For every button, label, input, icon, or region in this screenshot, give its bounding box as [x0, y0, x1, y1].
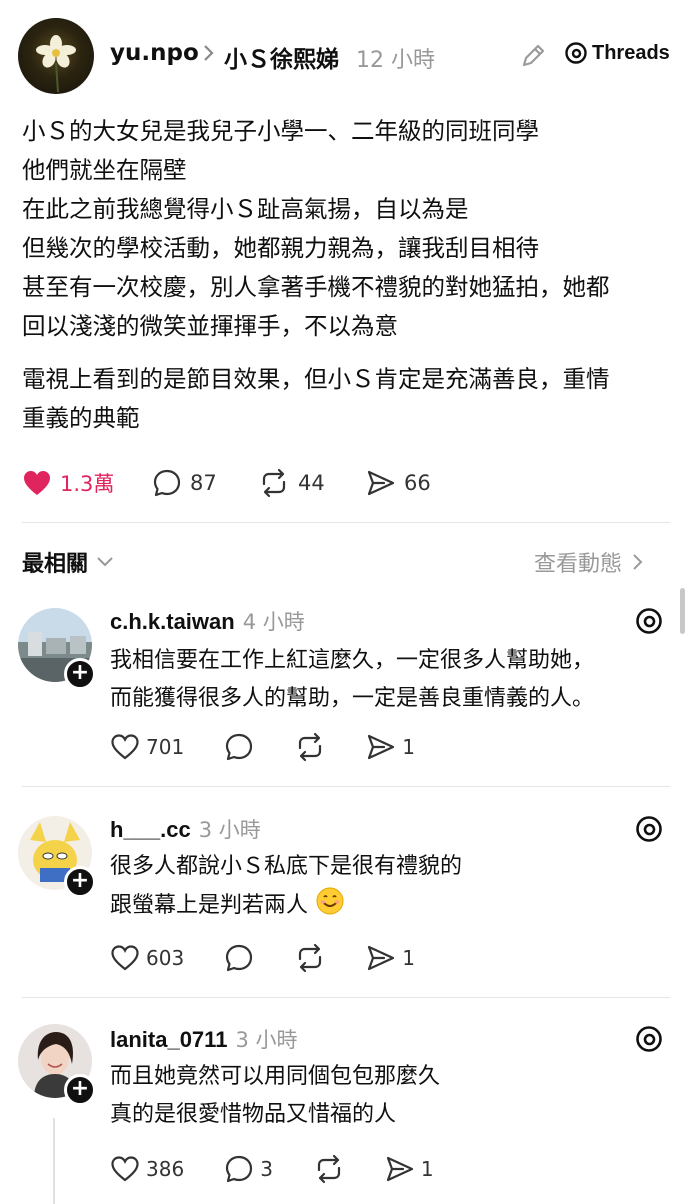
chevron-down-icon	[97, 557, 113, 567]
share-button[interactable]: 66	[366, 468, 431, 498]
threads-logo-icon[interactable]	[634, 1024, 664, 1054]
divider	[22, 786, 670, 787]
repost-button[interactable]: 44	[258, 468, 325, 498]
comment-button[interactable]: 87	[152, 468, 217, 498]
share-count: 66	[404, 471, 431, 495]
like-button[interactable]: 701	[110, 733, 184, 761]
repost-icon	[299, 732, 322, 762]
follow-plus-button[interactable]: +	[64, 658, 96, 690]
share-button[interactable]: 1	[385, 1154, 434, 1184]
share-count: 1	[402, 735, 415, 759]
chevron-right-icon	[202, 42, 216, 69]
reply-text: 而且她竟然可以用同個包包那麼久 真的是很愛惜物品又惜福的人	[110, 1058, 440, 1134]
post-line: 小Ｓ的大女兒是我兒子小學一、二年級的同班同學	[22, 117, 539, 145]
smiling-face-emoji-icon	[315, 886, 345, 929]
repost-icon	[299, 943, 322, 973]
author-username[interactable]: yu.npo	[110, 40, 199, 66]
comment-icon	[226, 944, 253, 972]
follow-plus-button[interactable]: +	[64, 866, 96, 898]
repost-icon	[317, 1154, 341, 1184]
reply-line: 而且她竟然可以用同個包包那麼久	[110, 1064, 441, 1089]
post-line: 在此之前我總覺得小Ｓ趾高氣揚，自以為是	[22, 195, 469, 223]
comment-count: 3	[260, 1157, 273, 1181]
post-paragraph-2: 電視上看到的是節目效果，但小Ｓ肯定是充滿善良，重情 重義的典範	[22, 360, 672, 438]
reply-text: 很多人都說小Ｓ私底下是很有禮貌的 跟螢幕上是判若兩人	[110, 848, 462, 929]
reply-time: 3 小時	[198, 818, 261, 842]
reply-line: 我相信要在工作上紅這麼久，一定很多人幫助她，	[110, 648, 595, 673]
share-count: 1	[420, 1157, 434, 1181]
pen-icon[interactable]	[518, 41, 548, 71]
like-count: 386	[146, 1157, 185, 1181]
reply-username[interactable]: c.h.k.taiwan	[110, 609, 235, 635]
heart-icon	[111, 734, 139, 760]
repost-count: 44	[298, 471, 325, 495]
share-button[interactable]: 1	[366, 943, 415, 973]
post-line: 甚至有一次校慶，別人拿著手機不禮貌的對她猛拍，她都	[22, 273, 610, 301]
comment-count: 87	[190, 471, 217, 495]
threads-logo-icon[interactable]	[634, 814, 664, 844]
post-line: 他們就坐在隔壁	[22, 156, 187, 184]
comment-icon	[226, 1155, 253, 1183]
repost-button[interactable]	[294, 943, 326, 973]
post-line: 回以淺淺的微笑並揮揮手，不以為意	[22, 312, 398, 340]
repost-button[interactable]	[313, 1154, 345, 1184]
post-body: 小Ｓ的大女兒是我兒子小學一、二年級的同班同學 他們就坐在隔壁 在此之前我總覺得小…	[22, 112, 672, 438]
reply-line: 真的是很愛惜物品又惜福的人	[110, 1102, 397, 1127]
reply-line: 跟螢幕上是判若兩人	[110, 893, 309, 918]
share-count: 1	[402, 946, 415, 970]
reply-text: 我相信要在工作上紅這麼久，一定很多人幫助她， 而能獲得很多人的幫助，一定是善良重…	[110, 642, 594, 718]
send-icon	[386, 1156, 414, 1182]
post-line: 但幾次的學校活動，她都親力親為，讓我刮目相待	[22, 234, 539, 262]
view-activity-link[interactable]: 查看動態	[534, 546, 644, 578]
like-button[interactable]: 603	[110, 944, 184, 972]
like-button[interactable]: 1.3萬	[22, 468, 114, 498]
heart-icon	[111, 1156, 139, 1182]
threads-label: Threads	[592, 41, 670, 64]
repost-button[interactable]	[294, 732, 326, 762]
comment-button[interactable]: 3	[224, 1154, 273, 1184]
reply-line: 很多人都說小Ｓ私底下是很有禮貌的	[110, 854, 463, 879]
thread-connector-line	[53, 1118, 55, 1204]
send-icon	[367, 470, 395, 496]
share-button[interactable]: 1	[366, 732, 415, 762]
comment-button[interactable]	[224, 732, 254, 762]
reply-line-with-emoji: 跟螢幕上是判若兩人	[110, 886, 462, 929]
threads-logo-icon[interactable]	[634, 606, 664, 636]
post-line: 重義的典範	[22, 404, 140, 432]
heart-filled-icon	[24, 471, 50, 495]
sort-dropdown[interactable]: 最相關	[22, 546, 114, 578]
divider	[22, 522, 670, 523]
divider	[22, 997, 670, 998]
post-time: 12 小時	[356, 48, 435, 73]
reply-username[interactable]: h___.cc	[110, 817, 191, 843]
reply-username[interactable]: lanita_0711	[110, 1027, 227, 1053]
threads-brand[interactable]: Threads	[564, 41, 670, 65]
author-avatar[interactable]	[18, 18, 94, 94]
like-count: 701	[146, 735, 185, 759]
reply-line: 而能獲得很多人的幫助，一定是善良重情義的人。	[110, 686, 595, 711]
like-button[interactable]: 386	[110, 1155, 184, 1183]
repost-icon	[262, 468, 286, 498]
send-icon	[368, 734, 395, 760]
heart-icon	[111, 945, 139, 971]
threads-logo-icon	[565, 42, 587, 64]
follow-plus-button[interactable]: +	[64, 1074, 96, 1106]
view-activity-label: 查看動態	[534, 552, 623, 577]
comment-icon	[226, 733, 253, 761]
post-line: 電視上看到的是節目效果，但小Ｓ肯定是充滿善良，重情	[22, 365, 610, 393]
post-paragraph-1: 小Ｓ的大女兒是我兒子小學一、二年級的同班同學 他們就坐在隔壁 在此之前我總覺得小…	[22, 112, 672, 346]
scrollbar[interactable]	[680, 588, 685, 634]
comment-icon	[153, 469, 181, 497]
chevron-right-icon	[633, 554, 643, 570]
comment-button[interactable]	[224, 943, 254, 973]
send-icon	[368, 945, 395, 971]
sort-label: 最相關	[22, 552, 89, 577]
thread-title[interactable]: 小Ｓ徐熙娣	[224, 40, 339, 74]
reply-time: 4 小時	[242, 610, 305, 634]
reply-time: 3 小時	[235, 1028, 298, 1052]
like-count: 1.3萬	[60, 472, 115, 496]
like-count: 603	[146, 946, 185, 970]
